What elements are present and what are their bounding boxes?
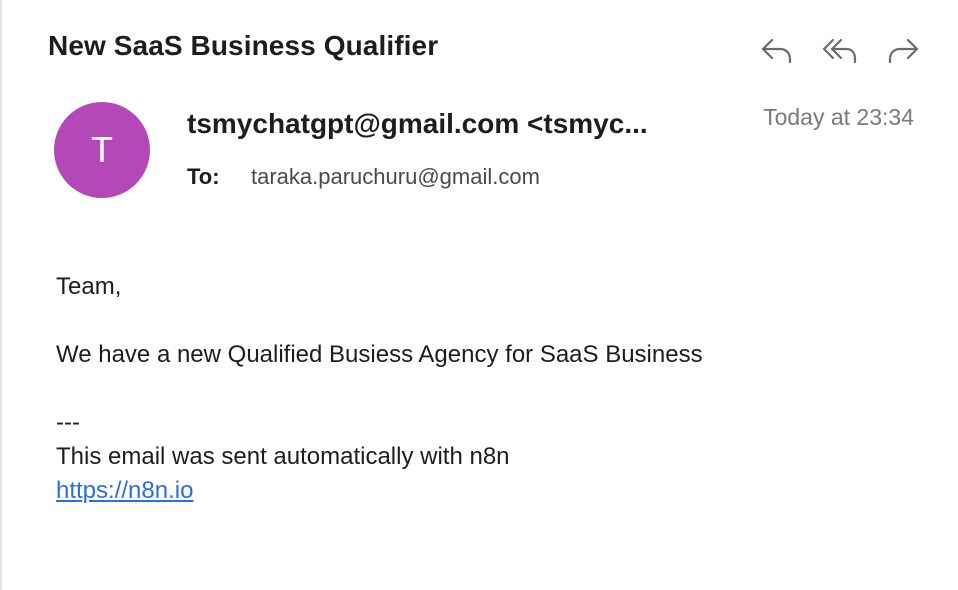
reply-icon [761, 38, 792, 64]
body-greeting: Team, [56, 273, 122, 300]
to-label: To: [187, 164, 220, 189]
sender-avatar[interactable]: T [54, 102, 150, 198]
email-body: Team, We have a new Qualified Busiess Ag… [56, 270, 703, 508]
n8n-link[interactable]: https://n8n.io [56, 477, 193, 504]
body-footer: This email was sent automatically with n… [56, 443, 510, 470]
body-separator: --- [56, 409, 80, 436]
reply-all-icon [822, 38, 857, 64]
body-message: We have a new Qualified Busiess Agency f… [56, 341, 703, 368]
forward-icon [888, 38, 919, 64]
email-timestamp: Today at 23:34 [763, 104, 914, 130]
avatar-initial: T [91, 129, 113, 170]
recipient-row: To: taraka.paruchuru@gmail.com [187, 164, 540, 190]
forward-button[interactable] [882, 32, 926, 68]
message-actions [754, 32, 926, 68]
reply-all-button[interactable] [818, 32, 862, 68]
email-subject: New SaaS Business Qualifier [48, 30, 439, 61]
recipient-address[interactable]: taraka.paruchuru@gmail.com [251, 164, 540, 190]
email-window: New SaaS Business Qualifier T tsmychatgp… [0, 0, 958, 590]
sender-address[interactable]: tsmychatgpt@gmail.com <tsmyc... [187, 108, 687, 140]
reply-button[interactable] [754, 32, 798, 68]
